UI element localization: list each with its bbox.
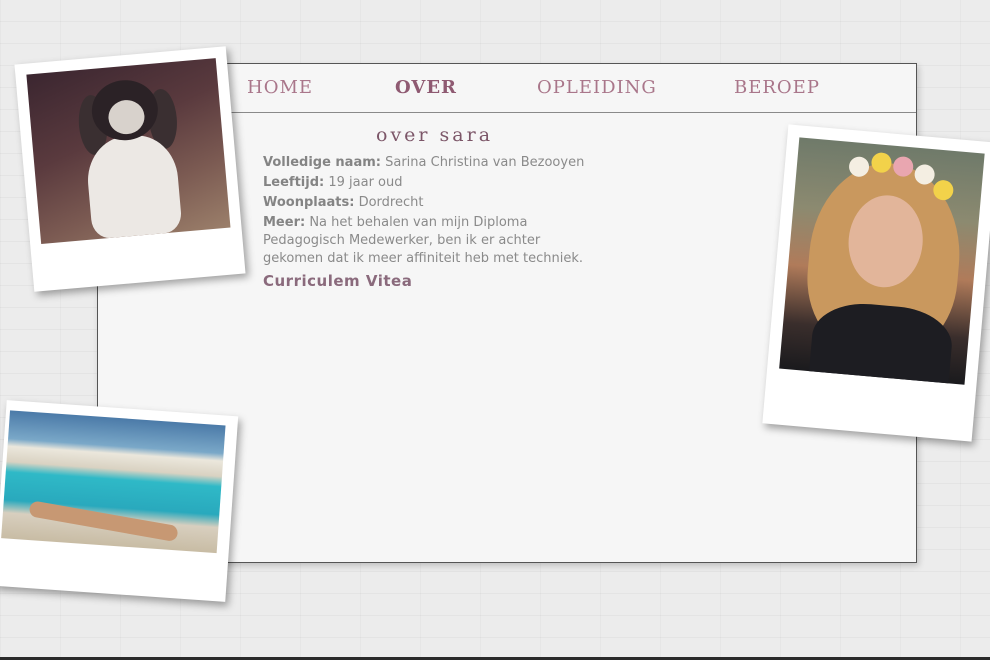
nav-opleiding[interactable]: OPLEIDING — [537, 77, 657, 98]
info-row-name: Volledige naam: Sarina Christina van Bez… — [263, 154, 603, 172]
selfie-photo — [779, 137, 985, 385]
nav-over[interactable]: OVER — [395, 77, 457, 98]
about-info: Volledige naam: Sarina Christina van Bez… — [263, 154, 603, 290]
selfie-polaroid — [762, 124, 990, 442]
dog-polaroid — [14, 46, 246, 292]
info-row-residence: Woonplaats: Dordrecht — [263, 194, 603, 212]
info-value: 19 jaar oud — [324, 175, 403, 190]
info-value: Dordrecht — [354, 195, 424, 210]
info-label: Volledige naam: — [263, 155, 381, 170]
nav-home[interactable]: HOME — [247, 77, 313, 98]
nav-beroep[interactable]: BEROEP — [734, 77, 820, 98]
pool-photo — [1, 410, 226, 554]
info-row-more: Meer: Na het behalen van mijn Diploma Pe… — [263, 214, 603, 268]
flower-crown-icon — [932, 179, 955, 201]
pool-polaroid — [0, 400, 239, 602]
info-value: Sarina Christina van Bezooyen — [380, 155, 585, 170]
cv-link[interactable]: Curriculem Vitea — [263, 272, 603, 290]
info-value: Na het behalen van mijn Diploma Pedagogi… — [263, 215, 583, 266]
info-label: Woonplaats: — [263, 195, 355, 210]
info-label: Meer: — [263, 215, 306, 230]
info-label: Leeftijd: — [263, 175, 325, 190]
info-row-age: Leeftijd: 19 jaar oud — [263, 174, 603, 192]
dog-photo — [26, 58, 231, 245]
legs — [28, 500, 179, 543]
page-title: over sara — [376, 124, 494, 146]
